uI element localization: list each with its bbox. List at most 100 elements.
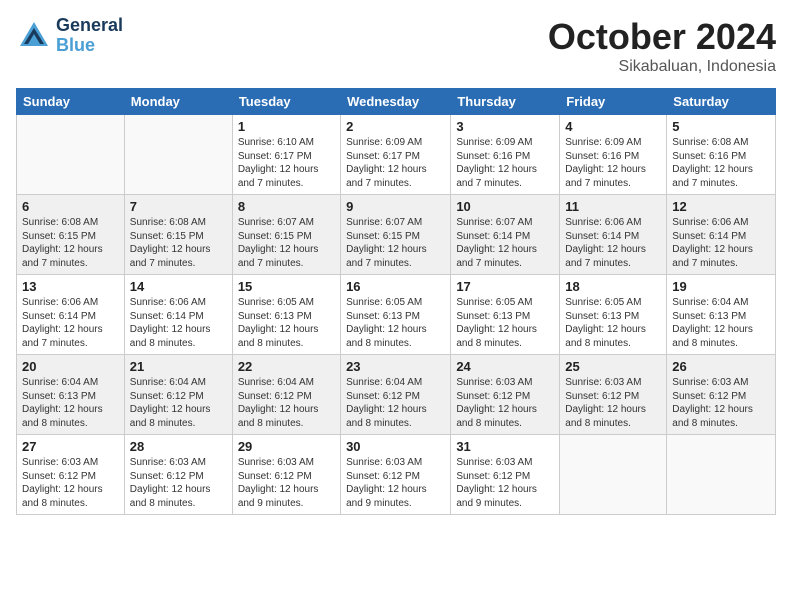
table-row: 8Sunrise: 6:07 AM Sunset: 6:15 PM Daylig… [232,195,340,275]
table-row [124,115,232,195]
day-info: Sunrise: 6:05 AM Sunset: 6:13 PM Dayligh… [346,296,445,350]
col-thursday: Thursday [451,89,560,115]
day-info: Sunrise: 6:03 AM Sunset: 6:12 PM Dayligh… [346,456,445,510]
col-monday: Monday [124,89,232,115]
day-info: Sunrise: 6:04 AM Sunset: 6:12 PM Dayligh… [238,376,335,430]
day-number: 17 [456,279,554,294]
day-number: 12 [672,199,770,214]
day-number: 10 [456,199,554,214]
day-number: 15 [238,279,335,294]
page-subtitle: Sikabaluan, Indonesia [548,58,776,76]
day-number: 20 [22,359,119,374]
table-row: 21 Sunrise: 6:04 AM Sunset: 6:12 PM Dayli… [124,355,232,435]
logo: General Blue [16,16,123,56]
day-info: Sunrise: 6:09 AM Sunset: 6:17 PM Dayligh… [346,136,445,190]
day-info: Sunrise: 6:06 AM Sunset: 6:14 PM Dayligh… [130,296,227,350]
table-row: 20Sunrise: 6:04 AM Sunset: 6:13 PM Dayli… [17,355,125,435]
table-row [17,115,125,195]
table-row: 16 Sunrise: 6:05 AM Sunset: 6:13 PM Dayli… [341,275,451,355]
table-row: 13 Sunrise: 6:06 AM Sunset: 6:14 PM Dayli… [17,275,125,355]
table-row: 11 Sunrise: 6:06 AM Sunset: 6:14 PM Dayli… [560,195,667,275]
table-row: 25 Sunrise: 6:03 AM Sunset: 6:12 PM Dayli… [560,355,667,435]
day-info: Sunrise: 6:06 AM Sunset: 6:14 PM Dayligh… [22,296,119,350]
calendar-week-row: 1 Sunrise: 6:10 AM Sunset: 6:17 PM Daylig… [17,115,776,195]
table-row: 27Sunrise: 6:03 AM Sunset: 6:12 PM Dayli… [17,435,125,515]
table-row: 10 Sunrise: 6:07 AM Sunset: 6:14 PM Dayli… [451,195,560,275]
day-number: 18 [565,279,661,294]
day-info: Sunrise: 6:05 AM Sunset: 6:13 PM Dayligh… [565,296,661,350]
table-row: 7Sunrise: 6:08 AM Sunset: 6:15 PM Daylig… [124,195,232,275]
logo-icon [16,18,52,54]
day-info: Sunrise: 6:08 AM Sunset: 6:16 PM Dayligh… [672,136,770,190]
day-number: 31 [456,439,554,454]
table-row: 4 Sunrise: 6:09 AM Sunset: 6:16 PM Daylig… [560,115,667,195]
day-number: 25 [565,359,661,374]
day-info: Sunrise: 6:09 AM Sunset: 6:16 PM Dayligh… [565,136,661,190]
table-row: 23Sunrise: 6:04 AM Sunset: 6:12 PM Dayli… [341,355,451,435]
day-info: Sunrise: 6:05 AM Sunset: 6:13 PM Dayligh… [238,296,335,350]
day-info: Sunrise: 6:08 AM Sunset: 6:15 PM Dayligh… [130,216,227,270]
calendar-header-row: Sunday Monday Tuesday Wednesday Thursday… [17,89,776,115]
day-number: 14 [130,279,227,294]
table-row: 17 Sunrise: 6:05 AM Sunset: 6:13 PM Dayli… [451,275,560,355]
table-row: 26Sunrise: 6:03 AM Sunset: 6:12 PM Dayli… [667,355,776,435]
table-row: 14 Sunrise: 6:06 AM Sunset: 6:14 PM Dayli… [124,275,232,355]
day-info: Sunrise: 6:07 AM Sunset: 6:14 PM Dayligh… [456,216,554,270]
col-saturday: Saturday [667,89,776,115]
calendar-week-row: 20Sunrise: 6:04 AM Sunset: 6:13 PM Dayli… [17,355,776,435]
table-row: 31 Sunrise: 6:03 AM Sunset: 6:12 PM Dayli… [451,435,560,515]
day-number: 1 [238,119,335,134]
day-number: 13 [22,279,119,294]
day-info: Sunrise: 6:04 AM Sunset: 6:12 PM Dayligh… [130,376,227,430]
table-row: 24Sunrise: 6:03 AM Sunset: 6:12 PM Dayli… [451,355,560,435]
table-row: 12 Sunrise: 6:06 AM Sunset: 6:14 PM Dayli… [667,195,776,275]
day-number: 21 [130,359,227,374]
table-row: 9Sunrise: 6:07 AM Sunset: 6:15 PM Daylig… [341,195,451,275]
day-number: 27 [22,439,119,454]
calendar-week-row: 6 Sunrise: 6:08 AM Sunset: 6:15 PM Daylig… [17,195,776,275]
day-info: Sunrise: 6:03 AM Sunset: 6:12 PM Dayligh… [456,456,554,510]
logo-name: General Blue [56,16,123,56]
day-number: 6 [22,199,119,214]
table-row [667,435,776,515]
calendar: Sunday Monday Tuesday Wednesday Thursday… [16,88,776,515]
day-info: Sunrise: 6:05 AM Sunset: 6:13 PM Dayligh… [456,296,554,350]
day-number: 3 [456,119,554,134]
table-row: 22Sunrise: 6:04 AM Sunset: 6:12 PM Dayli… [232,355,340,435]
day-info: Sunrise: 6:09 AM Sunset: 6:16 PM Dayligh… [456,136,554,190]
table-row: 3 Sunrise: 6:09 AM Sunset: 6:16 PM Daylig… [451,115,560,195]
table-row: 2 Sunrise: 6:09 AM Sunset: 6:17 PM Daylig… [341,115,451,195]
page: General Blue October 2024 Sikabaluan, In… [0,0,792,612]
title-block: October 2024 Sikabaluan, Indonesia [548,16,776,76]
day-number: 29 [238,439,335,454]
table-row: 6 Sunrise: 6:08 AM Sunset: 6:15 PM Daylig… [17,195,125,275]
day-number: 19 [672,279,770,294]
day-number: 11 [565,199,661,214]
calendar-week-row: 27 Sunrise: 6:03 AM Sunset: 6:12 PM Dayli… [17,435,776,515]
col-wednesday: Wednesday [341,89,451,115]
day-info: Sunrise: 6:10 AM Sunset: 6:17 PM Dayligh… [238,136,335,190]
day-number: 4 [565,119,661,134]
page-title: October 2024 [548,16,776,58]
day-number: 9 [346,199,445,214]
day-number: 2 [346,119,445,134]
day-info: Sunrise: 6:03 AM Sunset: 6:12 PM Dayligh… [565,376,661,430]
table-row: 18 Sunrise: 6:05 AM Sunset: 6:13 PM Dayli… [560,275,667,355]
table-row: 30Sunrise: 6:03 AM Sunset: 6:12 PM Dayli… [341,435,451,515]
day-info: Sunrise: 6:04 AM Sunset: 6:12 PM Dayligh… [346,376,445,430]
table-row: 1 Sunrise: 6:10 AM Sunset: 6:17 PM Daylig… [232,115,340,195]
day-info: Sunrise: 6:06 AM Sunset: 6:14 PM Dayligh… [672,216,770,270]
logo-blue-text: Blue [56,36,123,56]
col-friday: Friday [560,89,667,115]
day-info: Sunrise: 6:03 AM Sunset: 6:12 PM Dayligh… [130,456,227,510]
col-tuesday: Tuesday [232,89,340,115]
day-number: 28 [130,439,227,454]
table-row: 5 Sunrise: 6:08 AM Sunset: 6:16 PM Daylig… [667,115,776,195]
day-info: Sunrise: 6:08 AM Sunset: 6:15 PM Dayligh… [22,216,119,270]
table-row: 29Sunrise: 6:03 AM Sunset: 6:12 PM Dayli… [232,435,340,515]
day-info: Sunrise: 6:03 AM Sunset: 6:12 PM Dayligh… [672,376,770,430]
day-info: Sunrise: 6:06 AM Sunset: 6:14 PM Dayligh… [565,216,661,270]
day-number: 5 [672,119,770,134]
day-info: Sunrise: 6:03 AM Sunset: 6:12 PM Dayligh… [456,376,554,430]
day-number: 16 [346,279,445,294]
